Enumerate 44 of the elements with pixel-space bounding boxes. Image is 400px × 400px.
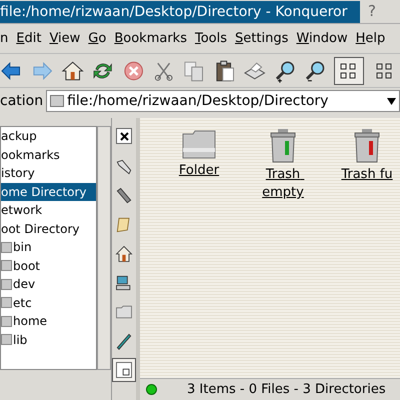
menu-item[interactable]: Settings [235,28,288,48]
home-icon [114,244,134,264]
menu-item[interactable]: View [49,28,80,48]
menu-item[interactable]: Go [88,28,106,48]
sidebar-tab[interactable] [112,358,136,382]
scrollbar[interactable] [97,126,111,370]
location-field[interactable]: file:/home/rizwaan/Desktop/Directory [46,90,400,112]
close-button[interactable] [116,128,132,144]
tree-item[interactable]: ookmarks [1,146,96,164]
tree-view-icon [114,360,134,380]
status-light [146,384,157,395]
menu-item[interactable]: Bookmarks [114,28,187,48]
menu-item[interactable]: Edit [16,28,42,48]
location-label: cation [0,92,44,110]
close-icon [120,132,128,140]
tree-item[interactable]: etc [1,294,96,312]
tree-item[interactable]: bin [1,238,96,256]
file-name[interactable]: Trash empty [253,166,313,202]
file-name[interactable]: Trash fu [337,166,397,184]
trash-can-icon [268,128,298,164]
tree-item[interactable]: etwork [1,201,96,220]
tree-item[interactable]: istory [1,164,96,182]
tree-item[interactable]: lib [1,330,96,349]
window-title: file:/home/rizwaan/Desktop/Directory - Konqueror [0,0,360,22]
icon-view-button[interactable] [334,56,364,84]
tree-item[interactable]: ome Directory [1,182,96,201]
tree-item[interactable]: ackup [1,127,96,146]
help-button[interactable]: ? [368,0,376,23]
menu-item[interactable]: Tools [194,28,228,48]
trash-can-icon [352,128,382,164]
pen-icon [114,331,134,351]
menu-item[interactable]: Help [356,28,386,48]
status-text: 3 Items - 0 Files - 3 Directories [187,380,386,399]
tree-item[interactable]: boot [1,256,96,275]
home-icon[interactable] [60,58,84,82]
tree-item[interactable]: dev [1,275,96,294]
dropdown-arrow-icon[interactable] [387,98,396,104]
copy-icon[interactable] [182,58,206,82]
stop-icon[interactable] [122,58,146,82]
file-name[interactable]: Folder [169,162,229,180]
menu-item[interactable]: Window [296,28,348,48]
menu-item[interactable]: n [0,28,8,48]
tree-item[interactable]: oot Directory [1,220,96,238]
tree-item[interactable]: home [1,312,96,330]
